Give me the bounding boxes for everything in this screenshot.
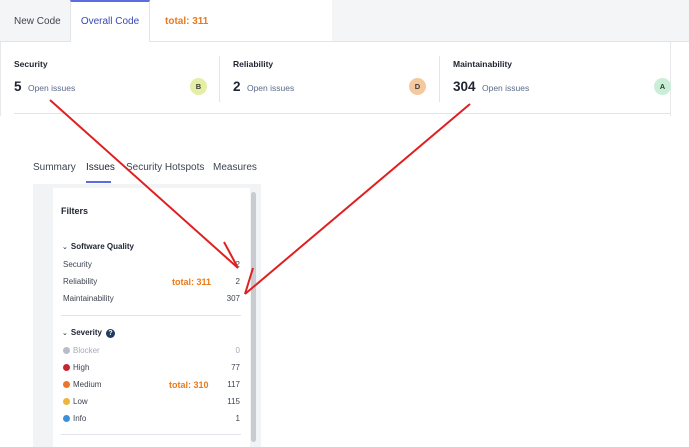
metric-unit[interactable]: Open issues xyxy=(28,83,75,93)
medium-severity-icon xyxy=(63,381,70,388)
filter-count: 307 xyxy=(226,294,240,303)
total-annotation-quality: total: 311 xyxy=(172,277,212,287)
total-annotation-severity: total: 310 xyxy=(169,380,209,390)
filter-count: 115 xyxy=(227,397,240,406)
metric-reliability[interactable]: Reliability 2 Open issues D xyxy=(233,42,439,102)
chevron-down-icon[interactable]: ⌄ xyxy=(62,329,68,337)
filter-label-wrap: High xyxy=(63,363,89,372)
tab-overall-code[interactable]: Overall Code xyxy=(70,0,150,42)
filter-label: Medium xyxy=(73,380,102,389)
filter-count: 0 xyxy=(235,346,240,355)
filter-label: Reliability xyxy=(63,277,98,286)
metric-value[interactable]: 5 xyxy=(14,79,22,94)
filter-item-high[interactable]: High 77 xyxy=(63,363,240,375)
filter-count: 77 xyxy=(231,363,240,372)
tab-security-hotspots[interactable]: Security Hotspots xyxy=(126,162,204,173)
metric-value-row[interactable]: 304 Open issues xyxy=(453,78,529,96)
section-divider xyxy=(61,434,241,435)
filter-label: Low xyxy=(73,397,88,406)
tab-summary[interactable]: Summary xyxy=(33,162,76,173)
metric-value-row[interactable]: 5 Open issues xyxy=(14,78,75,96)
metrics-divider xyxy=(14,113,671,114)
metric-maintainability[interactable]: Maintainability 304 Open issues A xyxy=(453,42,671,102)
software-quality-section-header[interactable]: ⌄ Software Quality xyxy=(62,242,134,251)
filter-count: 2 xyxy=(235,260,240,269)
filter-label-wrap: Low xyxy=(63,397,88,406)
metric-title: Security xyxy=(14,59,48,69)
filter-label: High xyxy=(73,363,90,372)
filter-label: Info xyxy=(73,414,87,423)
severity-section-header[interactable]: ⌄ Severity? xyxy=(62,328,116,338)
filter-label-wrap: Blocker xyxy=(63,346,100,355)
filters-title: Filters xyxy=(61,206,89,216)
metric-unit[interactable]: Open issues xyxy=(247,83,294,93)
tab-issues[interactable]: Issues xyxy=(86,162,115,173)
metric-security[interactable]: Security 5 Open issues B xyxy=(14,42,220,102)
arrow-line-maintainability xyxy=(244,103,471,295)
section-label: Severity xyxy=(70,328,103,337)
filter-count: 2 xyxy=(235,277,240,286)
section-label: Software Quality xyxy=(70,242,134,251)
grade-badge-reliability: D xyxy=(409,78,426,95)
metric-title: Reliability xyxy=(233,59,274,69)
filter-label: Security xyxy=(63,260,92,269)
filter-item-security[interactable]: Security 2 xyxy=(63,260,240,272)
tab-measures[interactable]: Measures xyxy=(213,162,257,173)
chevron-down-icon[interactable]: ⌄ xyxy=(62,243,68,251)
filter-label: Blocker xyxy=(73,346,100,355)
filter-item-reliability[interactable]: Reliability 2 xyxy=(63,277,240,289)
high-severity-icon xyxy=(63,364,70,371)
filter-count: 117 xyxy=(227,380,240,389)
filter-item-info[interactable]: Info 1 xyxy=(63,414,240,426)
filters-scrollbar[interactable] xyxy=(251,192,256,442)
blocker-icon xyxy=(63,347,70,354)
filter-label-wrap: Medium xyxy=(63,380,101,389)
grade-badge-maintainability: A xyxy=(654,78,671,95)
low-severity-icon xyxy=(63,398,70,405)
metric-separator xyxy=(439,56,440,102)
metric-unit[interactable]: Open issues xyxy=(482,83,529,93)
metric-value[interactable]: 304 xyxy=(453,79,476,94)
metric-title: Maintainability xyxy=(453,59,513,69)
filter-label: Maintainability xyxy=(63,294,114,303)
metric-value[interactable]: 2 xyxy=(233,79,241,94)
tab-new-code[interactable]: New Code xyxy=(14,0,61,42)
filter-label-wrap: Info xyxy=(63,414,86,423)
filter-item-medium[interactable]: Medium 117 xyxy=(63,380,240,392)
section-divider xyxy=(61,315,241,316)
help-icon[interactable]: ? xyxy=(106,329,116,338)
total-annotation-top: total: 311 xyxy=(165,16,209,27)
filter-item-maintainability[interactable]: Maintainability 307 xyxy=(63,294,240,306)
grade-badge-security: B xyxy=(190,78,207,95)
metric-separator xyxy=(219,56,220,102)
info-severity-icon xyxy=(63,415,70,422)
filter-count: 1 xyxy=(235,414,240,423)
metric-value-row[interactable]: 2 Open issues xyxy=(233,78,294,96)
filter-item-low[interactable]: Low 115 xyxy=(63,397,240,409)
active-tab-indicator xyxy=(86,181,111,183)
filter-item-blocker[interactable]: Blocker 0 xyxy=(63,346,240,358)
metrics-panel: Security 5 Open issues B Reliability 2 O… xyxy=(0,42,671,116)
